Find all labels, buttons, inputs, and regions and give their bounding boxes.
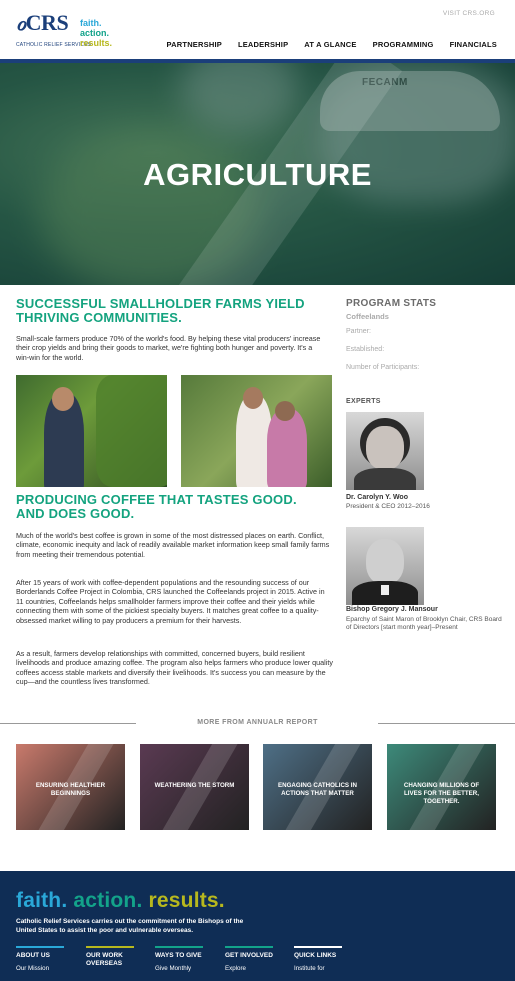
- hero-title: AGRICULTURE: [143, 157, 372, 192]
- tile-label: ENSURING HEALTHIER BEGINNINGS: [35, 782, 106, 797]
- nav-at-a-glance[interactable]: AT A GLANCE: [304, 40, 356, 49]
- section-heading-coffee: PRODUCING COFFEE THAT TASTES GOOD. AND D…: [16, 492, 297, 521]
- logo-text: CRS: [25, 10, 69, 35]
- footer-heading[interactable]: OUR WORK OVERSEAS: [86, 952, 146, 968]
- program-stats-title: PROGRAM STATS: [346, 298, 437, 309]
- footer-col-work: OUR WORK OVERSEAS: [86, 946, 146, 968]
- intro-paragraph: Small-scale farmers produce 70% of the w…: [16, 334, 321, 362]
- farmer-photo: [16, 375, 167, 487]
- report-tile-changing-millions[interactable]: CHANGING MILLIONS OF LIVES FOR THE BETTE…: [387, 744, 496, 830]
- report-tile-healthier-beginnings[interactable]: ENSURING HEALTHIER BEGINNINGS: [16, 744, 125, 830]
- report-tile-weathering-storm[interactable]: WEATHERING THE STORM: [140, 744, 249, 830]
- footer-col-involved: GET INVOLVED Explore: [225, 946, 285, 972]
- footer-link[interactable]: Institute for: [294, 965, 354, 972]
- stat-participants-label: Number of Participants:: [346, 364, 420, 371]
- report-tile-engaging-catholics[interactable]: ENGAGING CATHOLICS IN ACTIONS THAT MATTE…: [263, 744, 372, 830]
- footer-link[interactable]: Explore: [225, 965, 285, 972]
- expert-role-woo: President & CEO 2012–2016: [346, 503, 430, 510]
- stat-partner-label: Partner:: [346, 328, 371, 335]
- expert-photo-mansour: [346, 527, 424, 605]
- footer-col-give: WAYS TO GIVE Give Monthly: [155, 946, 215, 972]
- women-embracing-photo: [181, 375, 332, 487]
- main-nav: PARTNERSHIP LEADERSHIP AT A GLANCE PROGR…: [151, 40, 497, 49]
- site-header: ℴCRS CATHOLIC RELIEF SERVICES faith. act…: [0, 0, 515, 63]
- footer-heading[interactable]: QUICK LINKS: [294, 952, 354, 960]
- nav-programming[interactable]: PROGRAMMING: [373, 40, 434, 49]
- expert-role-mansour: Eparchy of Saint Maron of Brooklyn Chair…: [346, 616, 502, 632]
- visit-crs-link[interactable]: VISIT CRS.ORG: [443, 10, 495, 17]
- footer-heading[interactable]: WAYS TO GIVE: [155, 952, 215, 960]
- footer-col-about: ABOUT US Our Mission: [16, 946, 76, 972]
- footer-description: Catholic Relief Services carries out the…: [16, 918, 244, 934]
- coffee-paragraph-2: After 15 years of work with coffee-depen…: [16, 578, 325, 625]
- tile-label: ENGAGING CATHOLICS IN ACTIONS THAT MATTE…: [278, 782, 357, 797]
- program-stats-sidebar: PROGRAM STATS Coffeelands Partner: Estab…: [346, 298, 506, 631]
- footer-heading[interactable]: GET INVOLVED: [225, 952, 285, 960]
- footer-col-quick-links: QUICK LINKS Institute for: [294, 946, 354, 972]
- section-heading-smallholder: SUCCESSFUL SMALLHOLDER FARMS YIELD THRIV…: [16, 296, 305, 325]
- nav-leadership[interactable]: LEADERSHIP: [238, 40, 288, 49]
- tile-label: CHANGING MILLIONS OF LIVES FOR THE BETTE…: [403, 782, 480, 805]
- footer-link[interactable]: Our Mission: [16, 965, 76, 972]
- expert-photo-woo: [346, 412, 424, 490]
- more-from-report-label: MORE FROM ANNUALR REPORT: [197, 719, 318, 726]
- hero-banner: FECANM AGRICULTURE: [0, 63, 515, 285]
- stat-established-label: Established:: [346, 346, 385, 353]
- experts-title: EXPERTS: [346, 398, 381, 405]
- crs-logo[interactable]: ℴCRS CATHOLIC RELIEF SERVICES faith. act…: [16, 10, 116, 52]
- nav-financials[interactable]: FINANCIALS: [450, 40, 497, 49]
- expert-name-woo: Dr. Carolyn Y. Woo: [346, 494, 408, 501]
- footer-link[interactable]: Give Monthly: [155, 965, 215, 972]
- logo-tagline: faith. action. results.: [80, 18, 113, 48]
- footer-heading[interactable]: ABOUT US: [16, 952, 76, 960]
- program-stats-subtitle: Coffeelands: [346, 312, 389, 321]
- coffee-paragraph-3: As a result, farmers develop relationshi…: [16, 649, 333, 687]
- coffee-paragraph-1: Much of the world's best coffee is grown…: [16, 531, 330, 559]
- footer-brand: faith. action. results.: [16, 889, 225, 912]
- expert-name-mansour: Bishop Gregory J. Mansour: [346, 606, 438, 613]
- nav-partnership[interactable]: PARTNERSHIP: [167, 40, 222, 49]
- site-footer: faith. action. results. Catholic Relief …: [0, 871, 515, 981]
- more-from-report-divider: MORE FROM ANNUALR REPORT: [0, 717, 515, 731]
- tile-label: WEATHERING THE STORM: [154, 782, 235, 789]
